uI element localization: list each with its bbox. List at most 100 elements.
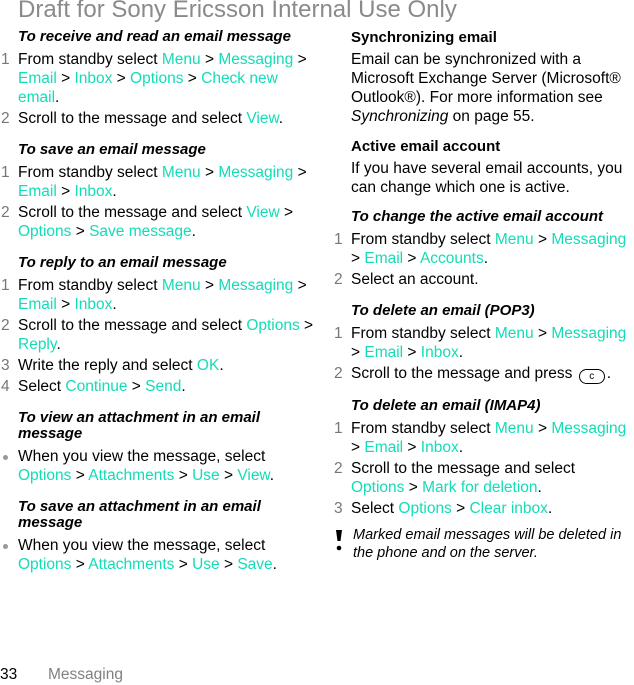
section-receive-email: To receive and read an email message 1 Fr… bbox=[1, 28, 318, 128]
section-active-account: Active email account If you have several… bbox=[351, 138, 631, 197]
right-column: Synchronizing email Email can be synchro… bbox=[334, 29, 631, 562]
warning-note: Marked email messages will be deleted in… bbox=[336, 526, 631, 562]
step-item: 2 Scroll to the message and select Option… bbox=[334, 460, 576, 496]
step-item: 3 Write the reply and select OK. bbox=[1, 357, 224, 374]
menu-path-link: Options bbox=[18, 467, 72, 484]
menu-path-link: Inbox bbox=[420, 439, 459, 456]
step-item: 2 Scroll to the message and press c. bbox=[334, 365, 612, 384]
bullet-icon bbox=[3, 455, 8, 460]
step-number: 1 bbox=[1, 51, 10, 68]
step-number: 3 bbox=[1, 357, 10, 374]
menu-path-link: Email bbox=[364, 439, 404, 456]
procedure-title: To delete an email (IMAP4) bbox=[351, 397, 541, 414]
section-delete-pop3: To delete an email (POP3) 1 From standby … bbox=[334, 302, 631, 384]
footer-section-name: Messaging bbox=[48, 666, 123, 683]
step-number: 2 bbox=[1, 110, 10, 127]
step-item: 1 From standby select Menu > Messaging > … bbox=[334, 231, 627, 267]
menu-path-link: Inbox bbox=[74, 183, 113, 200]
bullet-list: When you view the message, select Option… bbox=[3, 536, 318, 574]
procedure-title: To delete an email (POP3) bbox=[351, 302, 535, 319]
sync-page-ref: on page 55. bbox=[448, 108, 535, 125]
menu-path-link: View bbox=[246, 204, 280, 221]
step-item: 2 Select an account. bbox=[334, 271, 479, 288]
menu-path-link: Email bbox=[18, 183, 57, 200]
step-number: 1 bbox=[334, 325, 343, 342]
page-number: 33 bbox=[0, 666, 18, 683]
section-save-attachment: To save an attachment in an email messag… bbox=[3, 499, 318, 574]
step-list: 1 From standby select Menu > Messaging > … bbox=[334, 230, 631, 289]
procedure-title: To receive and read an email message bbox=[18, 28, 291, 45]
section-delete-imap4: To delete an email (IMAP4) 1 From standby… bbox=[334, 397, 631, 518]
bullet-item: When you view the message, select Option… bbox=[3, 447, 318, 485]
menu-path-link: Options bbox=[398, 500, 452, 517]
step-number: 1 bbox=[1, 277, 10, 294]
step-item: 2 Scroll to the message and select View >… bbox=[1, 204, 294, 240]
menu-path-link: Email bbox=[364, 344, 404, 361]
menu-path-link: Save bbox=[237, 556, 273, 573]
step-item: 2 Scroll to the message and select Option… bbox=[1, 317, 314, 353]
step-number: 2 bbox=[334, 460, 343, 477]
procedure-title: To view an attachment in an email messag… bbox=[18, 409, 261, 442]
menu-path-link: Use bbox=[192, 556, 220, 573]
menu-path-link: Email bbox=[18, 70, 57, 87]
sync-text: Email can be synchronized with a Microso… bbox=[351, 51, 621, 106]
left-column: To receive and read an email message 1 Fr… bbox=[1, 28, 318, 588]
step-number: 4 bbox=[1, 378, 10, 395]
step-item: 1 From standby select Menu > Messaging > … bbox=[1, 164, 307, 200]
menu-path-link: Menu bbox=[161, 277, 201, 294]
c-key-icon: c bbox=[578, 369, 605, 384]
section-reply-email: To reply to an email message 1 From stand… bbox=[1, 255, 318, 396]
menu-path-link: OK bbox=[196, 357, 220, 374]
step-item: 1 From standby select Menu > Messaging > … bbox=[334, 325, 627, 361]
procedure-title: To save an email message bbox=[18, 141, 206, 158]
section-heading: Active email account bbox=[351, 138, 501, 155]
draft-watermark: Draft for Sony Ericsson Internal Use Onl… bbox=[18, 0, 457, 23]
section-heading: Synchronizing email bbox=[351, 29, 497, 46]
menu-path-link: Options bbox=[246, 317, 300, 334]
menu-path-link: Save message bbox=[89, 223, 192, 240]
section-change-active-account: To change the active email account 1 From… bbox=[334, 208, 631, 289]
section-synchronizing: Synchronizing email Email can be synchro… bbox=[351, 29, 631, 126]
step-item: 1 From standby select Menu > Messaging > … bbox=[1, 277, 307, 313]
step-list: 1 From standby select Menu > Messaging > … bbox=[1, 163, 318, 241]
active-paragraph: If you have several email accounts, you … bbox=[351, 160, 623, 196]
step-number: 2 bbox=[1, 317, 10, 334]
menu-path-link: Mark for deletion bbox=[422, 479, 538, 496]
menu-path-link: Inbox bbox=[74, 70, 113, 87]
menu-path-link: Inbox bbox=[74, 296, 113, 313]
step-item: 4 Select Continue > Send. bbox=[1, 378, 186, 395]
menu-path-link: Messaging bbox=[218, 164, 294, 181]
bullet-list: When you view the message, select Option… bbox=[3, 447, 318, 485]
step-list: 1 From standby select Menu > Messaging > … bbox=[334, 324, 631, 384]
step-list: 1 From standby select Menu > Messaging > … bbox=[334, 419, 631, 518]
menu-path-link: Menu bbox=[494, 325, 534, 342]
note-text: Marked email messages will be deleted in… bbox=[353, 527, 622, 561]
menu-path-link: Menu bbox=[161, 164, 201, 181]
menu-path-link: Attachments bbox=[88, 467, 175, 484]
exclamation-icon bbox=[336, 530, 342, 551]
menu-path-link: Options bbox=[18, 556, 72, 573]
step-item: 1 From standby select Menu > Messaging > … bbox=[1, 51, 307, 106]
step-list: 1 From standby select Menu > Messaging > … bbox=[1, 276, 318, 396]
menu-path-link: Options bbox=[351, 479, 405, 496]
menu-path-link: View bbox=[237, 467, 270, 484]
section-save-email: To save an email message 1 From standby s… bbox=[1, 141, 318, 241]
menu-path-link: Accounts bbox=[419, 250, 484, 267]
sync-paragraph: Email can be synchronized with a Microso… bbox=[351, 50, 631, 126]
step-number: 1 bbox=[334, 231, 343, 248]
menu-path-link: Email bbox=[18, 296, 57, 313]
step-number: 2 bbox=[334, 271, 343, 288]
step-number: 1 bbox=[1, 164, 10, 181]
menu-path-link: Menu bbox=[161, 51, 201, 68]
menu-path-link: Menu bbox=[494, 231, 534, 248]
menu-path-link: Messaging bbox=[551, 325, 627, 342]
step-number: 1 bbox=[334, 420, 343, 437]
menu-path-link: Menu bbox=[494, 420, 534, 437]
menu-path-link: Messaging bbox=[551, 231, 627, 248]
menu-path-link: Options bbox=[18, 223, 72, 240]
procedure-title: To change the active email account bbox=[351, 208, 604, 225]
menu-path-link: Messaging bbox=[551, 420, 627, 437]
menu-path-link: Continue bbox=[65, 378, 128, 395]
step-list: 1 From standby select Menu > Messaging > … bbox=[1, 50, 318, 128]
menu-path-link: Options bbox=[130, 70, 184, 87]
